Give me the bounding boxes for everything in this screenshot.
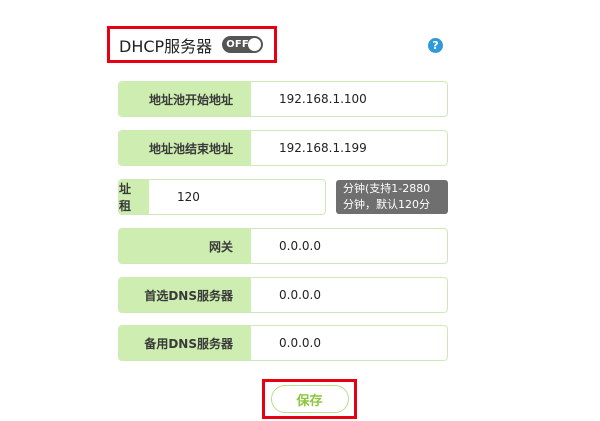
save-button[interactable]: 保存	[270, 385, 349, 413]
dhcp-header-highlight: DHCP服务器 OFF	[107, 26, 277, 63]
field-row-lease-time: 地址租期	[118, 179, 326, 215]
gateway-input[interactable]	[251, 229, 447, 263]
lease-time-input[interactable]	[149, 180, 325, 214]
primary-dns-input[interactable]	[251, 278, 447, 312]
field-label-start-address: 地址池开始地址	[119, 82, 251, 116]
field-label-lease-time: 地址租期	[119, 180, 150, 214]
field-row-primary-dns: 首选DNS服务器	[118, 277, 448, 313]
field-label-secondary-dns: 备用DNS服务器	[119, 326, 251, 360]
toggle-knob	[248, 38, 262, 51]
lease-time-hint: 分钟(支持1-2880 分钟，默认120分	[336, 180, 448, 214]
field-row-secondary-dns: 备用DNS服务器	[118, 325, 448, 361]
dhcp-toggle-switch[interactable]: OFF	[222, 36, 264, 53]
field-row-start-address: 地址池开始地址	[118, 81, 448, 117]
field-row-end-address: 地址池结束地址	[118, 130, 448, 166]
save-button-highlight: 保存	[262, 379, 357, 419]
lease-hint-line-2: 分钟，默认120分	[343, 198, 430, 211]
lease-hint-line-1: 分钟(支持1-2880	[343, 182, 431, 195]
field-label-primary-dns: 首选DNS服务器	[119, 278, 251, 312]
start-address-input[interactable]	[251, 82, 447, 116]
end-address-input[interactable]	[251, 131, 447, 165]
field-row-gateway: 网关	[118, 228, 448, 264]
secondary-dns-input[interactable]	[251, 326, 447, 360]
dhcp-server-title: DHCP服务器	[119, 36, 213, 56]
field-label-gateway: 网关	[119, 229, 251, 263]
field-label-end-address: 地址池结束地址	[119, 131, 251, 165]
question-circle-icon[interactable]: ?	[428, 38, 443, 53]
toggle-state-label: OFF	[226, 39, 249, 50]
